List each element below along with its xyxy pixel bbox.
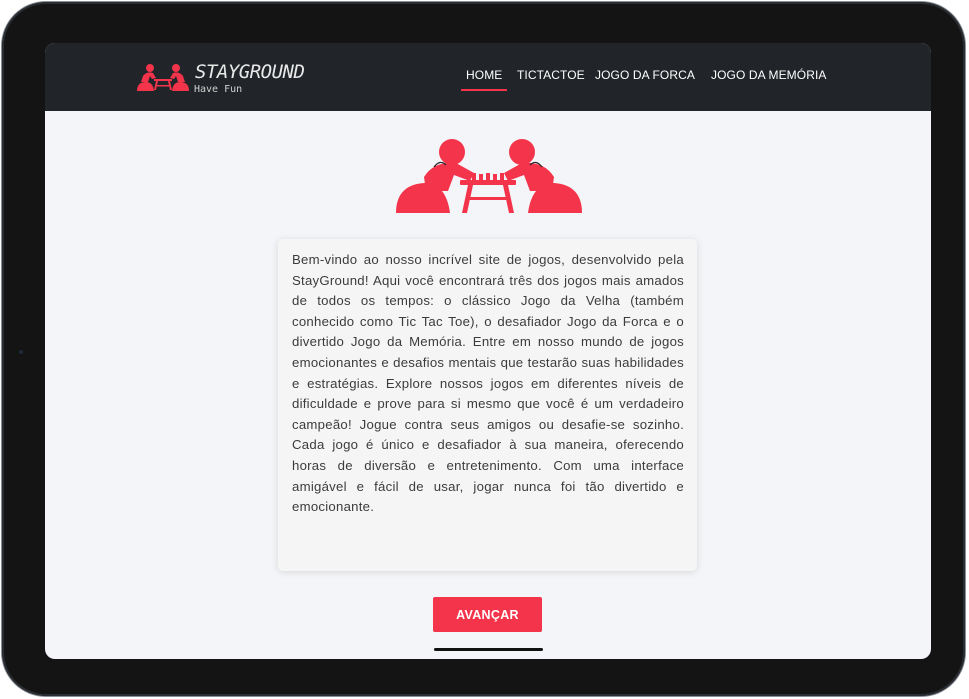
chess-players-illustration [394,137,584,215]
brand-title: STAYGROUND [195,61,305,83]
screen: STAYGROUND Have Fun HOME TICTACTOE JOGO … [45,43,931,659]
front-camera [19,350,23,354]
brand-logo[interactable]: STAYGROUND Have Fun [136,61,305,99]
home-indicator[interactable] [434,648,543,651]
tablet-frame: STAYGROUND Have Fun HOME TICTACTOE JOGO … [2,2,965,696]
intro-text: Bem-vindo ao nosso incrível site de jogo… [292,252,684,515]
nav-jogo-da-forca[interactable]: JOGO DA FORCA [595,68,695,82]
navbar: STAYGROUND Have Fun HOME TICTACTOE JOGO … [45,43,931,111]
nav-jogo-da-memoria[interactable]: JOGO DA MEMÓRIA [711,68,827,82]
nav-tictactoe[interactable]: TICTACTOE [517,68,585,82]
intro-card: Bem-vindo ao nosso incrível site de jogo… [278,239,697,571]
chess-players-icon [137,64,189,91]
brand-tagline: Have Fun [194,84,243,95]
nav-home[interactable]: HOME [460,68,508,91]
next-button[interactable]: AVANÇAR [433,597,542,632]
